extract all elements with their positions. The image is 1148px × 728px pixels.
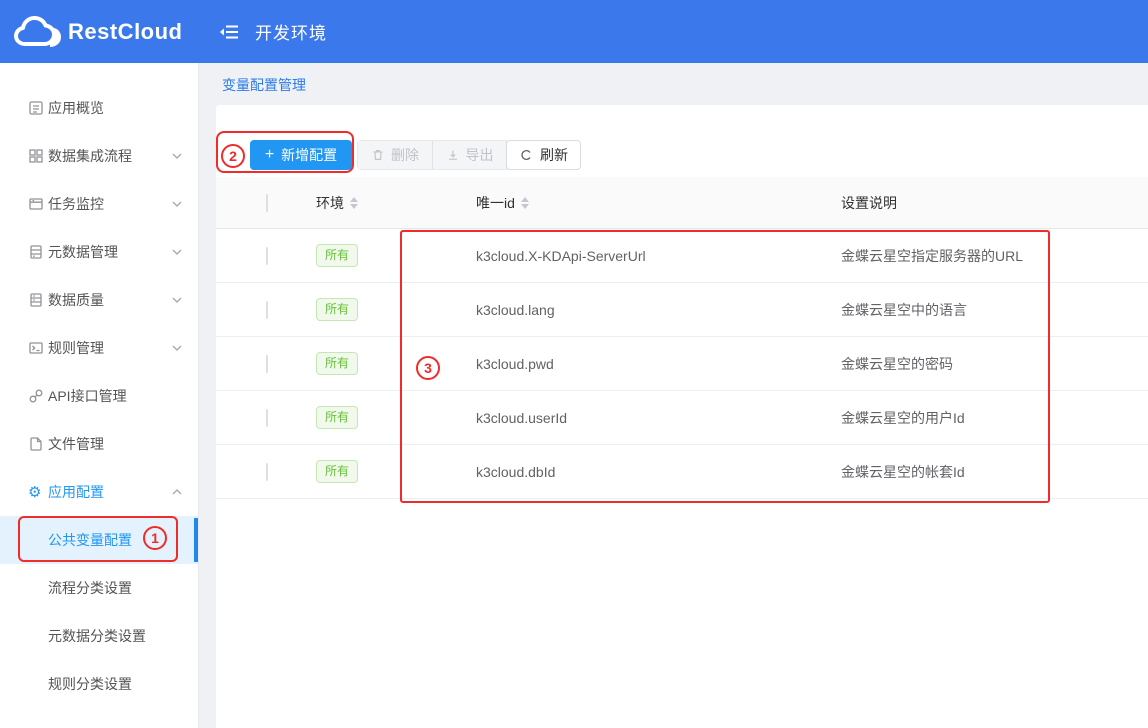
overview-icon bbox=[28, 100, 48, 116]
sidebar-item-label: 应用概览 bbox=[48, 98, 182, 118]
quality-icon bbox=[28, 292, 48, 308]
sidebar-subitem-label: 公共变量配置 bbox=[48, 530, 132, 550]
flow-icon bbox=[28, 148, 48, 164]
active-indicator-bar bbox=[194, 518, 198, 562]
chevron-up-icon bbox=[172, 489, 182, 495]
sidebar-subitem-flow-category[interactable]: 流程分类设置 bbox=[0, 564, 198, 612]
cloud-logo-icon bbox=[12, 11, 64, 53]
sidebar-item-label: 数据集成流程 bbox=[48, 146, 172, 166]
config-table: 环境 唯一id 设置说明 所有 k3cloud.X-KDApi-ServerUr… bbox=[216, 177, 1148, 499]
row-checkbox[interactable] bbox=[266, 409, 268, 427]
sidebar-subitem-label: 规则分类设置 bbox=[48, 674, 132, 694]
toolbar-button-group: 删除 导出 bbox=[357, 140, 507, 170]
sidebar-item-label: 任务监控 bbox=[48, 194, 172, 214]
top-header: RestCloud 开发环境 bbox=[0, 0, 1148, 63]
delete-button[interactable]: 删除 bbox=[358, 141, 432, 169]
sidebar-item-label: 应用配置 bbox=[48, 482, 172, 502]
chevron-down-icon bbox=[172, 297, 182, 303]
sidebar-item-data-quality[interactable]: 数据质量 bbox=[0, 276, 198, 324]
table-row[interactable]: 所有 k3cloud.userId 金蝶云星空的用户Id bbox=[216, 391, 1148, 445]
table-row[interactable]: 所有 k3cloud.X-KDApi-ServerUrl 金蝶云星空指定服务器的… bbox=[216, 229, 1148, 283]
table-header-row: 环境 唯一id 设置说明 bbox=[216, 177, 1148, 229]
sidebar-item-label: 规则管理 bbox=[48, 338, 172, 358]
sidebar-subitem-rules-category[interactable]: 规则分类设置 bbox=[0, 660, 198, 708]
sidebar-item-rules-mgmt[interactable]: 规则管理 bbox=[0, 324, 198, 372]
sidebar-item-label: 数据质量 bbox=[48, 290, 172, 310]
row-checkbox[interactable] bbox=[266, 463, 268, 481]
metadata-icon bbox=[28, 244, 48, 260]
sidebar-subitem-metadata-category[interactable]: 元数据分类设置 bbox=[0, 612, 198, 660]
delete-label: 删除 bbox=[391, 145, 419, 165]
chevron-down-icon bbox=[172, 249, 182, 255]
chevron-down-icon bbox=[172, 345, 182, 351]
sidebar-item-data-integration[interactable]: 数据集成流程 bbox=[0, 132, 198, 180]
env-tag: 所有 bbox=[316, 406, 358, 428]
collapse-menu-icon[interactable] bbox=[219, 23, 239, 41]
row-checkbox[interactable] bbox=[266, 301, 268, 319]
sidebar-item-label: 文件管理 bbox=[48, 434, 182, 454]
env-tag: 所有 bbox=[316, 298, 358, 320]
env-tag: 所有 bbox=[316, 460, 358, 482]
brand-name: RestCloud bbox=[68, 19, 183, 45]
config-desc: 金蝶云星空中的语言 bbox=[841, 300, 1148, 320]
sidebar-subitem-label: 元数据分类设置 bbox=[48, 626, 146, 646]
sidebar-item-file-mgmt[interactable]: 文件管理 bbox=[0, 420, 198, 468]
add-config-label: 新增配置 bbox=[281, 145, 337, 165]
breadcrumb[interactable]: 变量配置管理 bbox=[222, 75, 306, 95]
config-desc: 金蝶云星空的用户Id bbox=[841, 408, 1148, 428]
chevron-down-icon bbox=[172, 201, 182, 207]
refresh-label: 刷新 bbox=[540, 145, 568, 165]
export-button[interactable]: 导出 bbox=[432, 141, 506, 169]
gear-icon: ⚙ bbox=[28, 485, 48, 500]
sidebar-item-label: API接口管理 bbox=[48, 386, 182, 406]
api-link-icon bbox=[28, 388, 48, 404]
env-tag: 所有 bbox=[316, 352, 358, 374]
sidebar-item-task-monitor[interactable]: 任务监控 bbox=[0, 180, 198, 228]
sidebar-item-app-overview[interactable]: 应用概览 bbox=[0, 84, 198, 132]
environment-title: 开发环境 bbox=[255, 19, 327, 44]
sidebar-item-app-config[interactable]: ⚙ 应用配置 bbox=[0, 468, 198, 516]
config-desc: 金蝶云星空的密码 bbox=[841, 354, 1148, 374]
table-row[interactable]: 所有 k3cloud.pwd 金蝶云星空的密码 bbox=[216, 337, 1148, 391]
config-desc: 金蝶云星空指定服务器的URL bbox=[841, 246, 1148, 266]
sort-icon[interactable] bbox=[350, 197, 358, 209]
table-row[interactable]: 所有 k3cloud.lang 金蝶云星空中的语言 bbox=[216, 283, 1148, 337]
select-all-checkbox[interactable] bbox=[266, 194, 268, 212]
row-checkbox[interactable] bbox=[266, 355, 268, 373]
trash-icon bbox=[371, 148, 385, 162]
row-checkbox[interactable] bbox=[266, 247, 268, 265]
table-row[interactable]: 所有 k3cloud.dbId 金蝶云星空的帐套Id bbox=[216, 445, 1148, 499]
export-label: 导出 bbox=[466, 145, 494, 165]
config-id: k3cloud.dbId bbox=[476, 464, 841, 480]
file-icon bbox=[28, 436, 48, 452]
refresh-icon bbox=[519, 148, 533, 162]
main-panel: + 新增配置 删除 导出 bbox=[216, 105, 1148, 728]
config-id: k3cloud.lang bbox=[476, 302, 841, 318]
column-header-desc: 设置说明 bbox=[841, 193, 897, 213]
refresh-button[interactable]: 刷新 bbox=[506, 140, 581, 170]
sidebar-subitem-public-variables[interactable]: 公共变量配置 bbox=[0, 516, 198, 564]
sidebar-item-label: 元数据管理 bbox=[48, 242, 172, 262]
column-header-env: 环境 bbox=[316, 193, 344, 213]
sidebar-item-metadata-mgmt[interactable]: 元数据管理 bbox=[0, 228, 198, 276]
sidebar-item-api-mgmt[interactable]: API接口管理 bbox=[0, 372, 198, 420]
config-id: k3cloud.X-KDApi-ServerUrl bbox=[476, 248, 841, 264]
brand-logo: RestCloud bbox=[0, 11, 199, 53]
column-header-id: 唯一id bbox=[476, 193, 515, 213]
add-config-button[interactable]: + 新增配置 bbox=[250, 140, 352, 170]
sort-icon[interactable] bbox=[521, 197, 529, 209]
rules-icon bbox=[28, 340, 48, 356]
sidebar: 应用概览 数据集成流程 任务监控 元数据管理 bbox=[0, 63, 199, 728]
chevron-down-icon bbox=[172, 153, 182, 159]
sidebar-subitem-label: 流程分类设置 bbox=[48, 578, 132, 598]
config-id: k3cloud.userId bbox=[476, 410, 841, 426]
plus-icon: + bbox=[265, 147, 274, 163]
env-tag: 所有 bbox=[316, 244, 358, 266]
toolbar: + 新增配置 删除 导出 bbox=[250, 140, 581, 170]
config-desc: 金蝶云星空的帐套Id bbox=[841, 462, 1148, 482]
monitor-icon bbox=[28, 196, 48, 212]
config-id: k3cloud.pwd bbox=[476, 356, 841, 372]
download-icon bbox=[446, 148, 460, 162]
